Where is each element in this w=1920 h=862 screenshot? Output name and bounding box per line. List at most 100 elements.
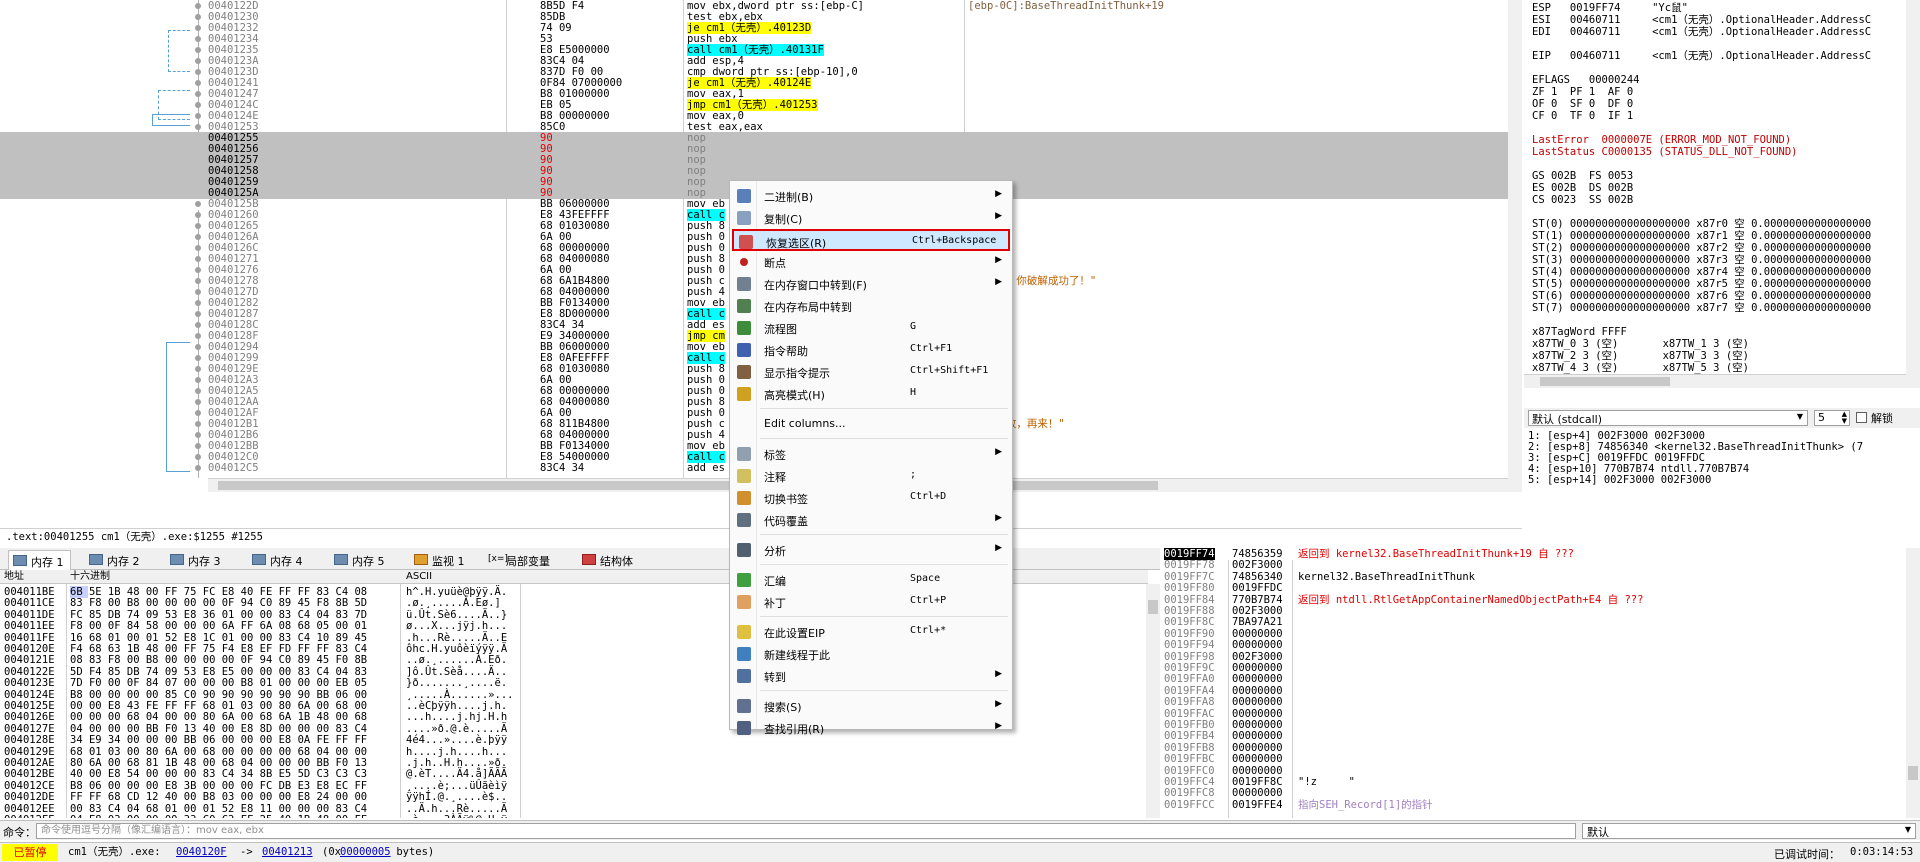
register-line[interactable]: x87TW_4 3 (空) x87TW_5 3 (空) [1532, 362, 1749, 374]
breakpoint-gutter-dot[interactable] [195, 25, 201, 31]
registers-vscrollbar[interactable] [1906, 0, 1920, 388]
callconv-select[interactable]: 默认 (stdcall) ▼ [1528, 410, 1808, 426]
register-line[interactable]: ST(0) 0000000000000000000 x87r0 空 0.0000… [1532, 218, 1871, 230]
register-line[interactable]: ST(1) 0000000000000000000 x87r1 空 0.0000… [1532, 230, 1871, 242]
stack-row[interactable]: 0019FFCC 0019FFE4 指向SEH_Record[1]的指针 [1162, 799, 1906, 811]
status-to-address[interactable]: 00401213 [262, 846, 313, 858]
breakpoint-gutter-dot[interactable] [195, 344, 201, 350]
register-line[interactable]: CF 0 TF 0 IF 1 [1532, 110, 1633, 122]
breakpoint-gutter-dot[interactable] [195, 3, 201, 9]
menu-item-comment[interactable]: 注释; [732, 465, 1010, 487]
breakpoint-gutter-dot[interactable] [195, 322, 201, 328]
register-line[interactable]: EDI 00460711 <cm1（无壳）.OptionalHeader.Add… [1532, 26, 1871, 38]
stack-row[interactable]: 0019FF98 002F3000 [1162, 651, 1906, 663]
breakpoint-gutter-dot[interactable] [195, 212, 201, 218]
breakpoint-gutter-dot[interactable] [195, 14, 201, 20]
stack-row[interactable]: 0019FFC4 0019FF8C "!z " [1162, 776, 1906, 788]
breakpoint-gutter-dot[interactable] [195, 69, 201, 75]
register-line[interactable]: x87TW_0 3 (空) x87TW_1 3 (空) [1532, 338, 1749, 350]
menu-item-help[interactable]: 指令帮助 Ctrl+F1 [732, 339, 1010, 361]
tab-memory-2[interactable]: 内存 2 [85, 550, 146, 570]
breakpoint-gutter-dot[interactable] [195, 91, 201, 97]
menu-item-breakpoint[interactable]: 断点 ▶ [732, 251, 1010, 273]
menu-item-assemble[interactable]: 汇编 Space [732, 569, 1010, 591]
menu-item-new-thread[interactable]: 新建线程于此 [732, 643, 1010, 665]
register-line[interactable]: ST(2) 0000000000000000000 x87r2 空 0.0000… [1532, 242, 1871, 254]
breakpoint-gutter-dot[interactable] [195, 432, 201, 438]
register-line[interactable]: ZF 1 PF 1 AF 0 [1532, 86, 1633, 98]
breakpoint-gutter-dot[interactable] [195, 245, 201, 251]
stack-vscrollbar[interactable] [1906, 548, 1920, 818]
stack-row[interactable]: 0019FF7C 74856340 kernel32.BaseThreadInitT… [1162, 571, 1906, 583]
register-line[interactable]: LastError 0000007E (ERROR_MOD_NOT_FOUND) [1532, 134, 1791, 146]
dump-vscrollbar[interactable] [1146, 584, 1160, 818]
register-line[interactable]: ESP 0019FF74 "Yc鼠" [1532, 2, 1688, 14]
register-line[interactable]: ST(5) 0000000000000000000 x87r5 空 0.0000… [1532, 278, 1871, 290]
status-from-address[interactable]: 0040120F [176, 846, 227, 858]
register-line[interactable]: EIP 00460711 <cm1（无壳）.OptionalHeader.Add… [1532, 50, 1871, 62]
menu-item-patch[interactable]: 补丁 Ctrl+P [732, 591, 1010, 613]
breakpoint-gutter-dot[interactable] [195, 377, 201, 383]
stack-row[interactable]: 0019FFC8 00000000 [1162, 787, 1906, 799]
stack-row[interactable]: 0019FF78 002F3000 [1162, 559, 1906, 571]
stack-row[interactable]: 0019FF90 00000000 [1162, 628, 1906, 640]
menu-item-coverage[interactable]: 代码覆盖 ▶ [732, 509, 1010, 531]
stack-row[interactable]: 0019FF74 74856359 返回到 kernel32.BaseThreadI… [1162, 548, 1906, 560]
tab-watch-1[interactable]: 监视 1 [410, 550, 471, 570]
menu-item-set-eip[interactable]: 在此设置EIP Ctrl+* [732, 621, 1010, 643]
tab-memory-3[interactable]: 内存 3 [166, 550, 227, 570]
stack-row[interactable]: 0019FF9C 00000000 [1162, 662, 1906, 674]
register-line[interactable]: x87TagWord FFFF [1532, 326, 1627, 338]
register-line[interactable]: CS 0023 SS 002B [1532, 194, 1633, 206]
stack-row[interactable]: 0019FFA0 00000000 [1162, 673, 1906, 685]
register-line[interactable]: ES 002B DS 002B [1532, 182, 1633, 194]
breakpoint-gutter-dot[interactable] [195, 399, 201, 405]
stack-row[interactable]: 0019FF94 00000000 [1162, 639, 1906, 651]
menu-item-graph[interactable]: 流程图 G [732, 317, 1010, 339]
tab-memory-4[interactable]: 内存 4 [248, 550, 309, 570]
register-line[interactable]: x87TW_2 3 (空) x87TW_3 3 (空) [1532, 350, 1749, 362]
stack-row[interactable]: 0019FFB0 00000000 [1162, 719, 1906, 731]
menu-item-memory-map[interactable]: 在内存布局中转到 [732, 295, 1010, 317]
menu-item-binary[interactable]: 二进制(B) ▶ [732, 185, 1010, 207]
stack-row[interactable]: 0019FF80 0019FFDC [1162, 582, 1906, 594]
tab-memory-1[interactable]: 内存 1 [8, 550, 71, 570]
menu-item-copy[interactable]: 复制(C) ▶ [732, 207, 1010, 229]
breakpoint-gutter-dot[interactable] [195, 421, 201, 427]
menu-item-bookmark[interactable]: 切换书签 Ctrl+D [732, 487, 1010, 509]
menu-item-edit-columns[interactable]: Edit columns... [732, 413, 1010, 435]
breakpoint-gutter-dot[interactable] [195, 102, 201, 108]
arg-count-spinner[interactable]: 5 ▲ ▼ [1814, 410, 1850, 426]
command-input[interactable]: 命令使用逗号分隔（像汇编语言）：mov eax, ebx [36, 823, 1576, 839]
stack-row[interactable]: 0019FFC0 00000000 [1162, 765, 1906, 777]
scroll-thumb[interactable] [1148, 600, 1158, 614]
stack-row[interactable]: 0019FFAC 00000000 [1162, 708, 1906, 720]
tab-memory-5[interactable]: 内存 5 [330, 550, 391, 570]
menu-item-find-refs[interactable]: 查找引用(R) ▶ [732, 717, 1010, 739]
breakpoint-gutter-dot[interactable] [195, 124, 201, 130]
register-line[interactable]: EFLAGS 00000244 [1532, 74, 1639, 86]
breakpoint-gutter-dot[interactable] [195, 289, 201, 295]
breakpoint-gutter-dot[interactable] [195, 300, 201, 306]
stack-row[interactable]: 0019FFA4 00000000 [1162, 685, 1906, 697]
menu-item-analyze[interactable]: 分析 ▶ [732, 539, 1010, 561]
menu-item-highlight[interactable]: 高亮模式(H) H [732, 383, 1010, 405]
breakpoint-gutter-dot[interactable] [195, 410, 201, 416]
breakpoint-gutter-dot[interactable] [195, 58, 201, 64]
stack-row[interactable]: 0019FFB4 00000000 [1162, 730, 1906, 742]
register-line[interactable]: LastStatus C0000135 (STATUS_DLL_NOT_FOUN… [1532, 146, 1798, 158]
register-line[interactable]: ESI 00460711 <cm1（无壳）.OptionalHeader.Add… [1532, 14, 1871, 26]
status-size[interactable]: 00000005 [340, 846, 391, 858]
stack-pane[interactable]: 0019FF74 74856359 返回到 kernel32.BaseThreadI… [1162, 548, 1920, 818]
tab-struct[interactable]: 结构体 [578, 550, 639, 570]
register-line[interactable]: ST(7) 0000000000000000000 x87r7 空 0.0000… [1532, 302, 1871, 314]
command-mode-select[interactable]: 默认 ▼ [1582, 823, 1916, 839]
breakpoint-gutter-dot[interactable] [195, 333, 201, 339]
unwind-checkbox[interactable] [1856, 412, 1867, 423]
stack-row[interactable]: 0019FFBC 00000000 [1162, 753, 1906, 765]
menu-item-memory-goto[interactable]: 在内存窗口中转到(F) ▶ [732, 273, 1010, 295]
disasm-vscrollbar[interactable] [1508, 0, 1522, 492]
scroll-thumb[interactable] [1908, 766, 1918, 780]
breakpoint-gutter-dot[interactable] [195, 311, 201, 317]
stack-row[interactable]: 0019FFA8 00000000 [1162, 696, 1906, 708]
